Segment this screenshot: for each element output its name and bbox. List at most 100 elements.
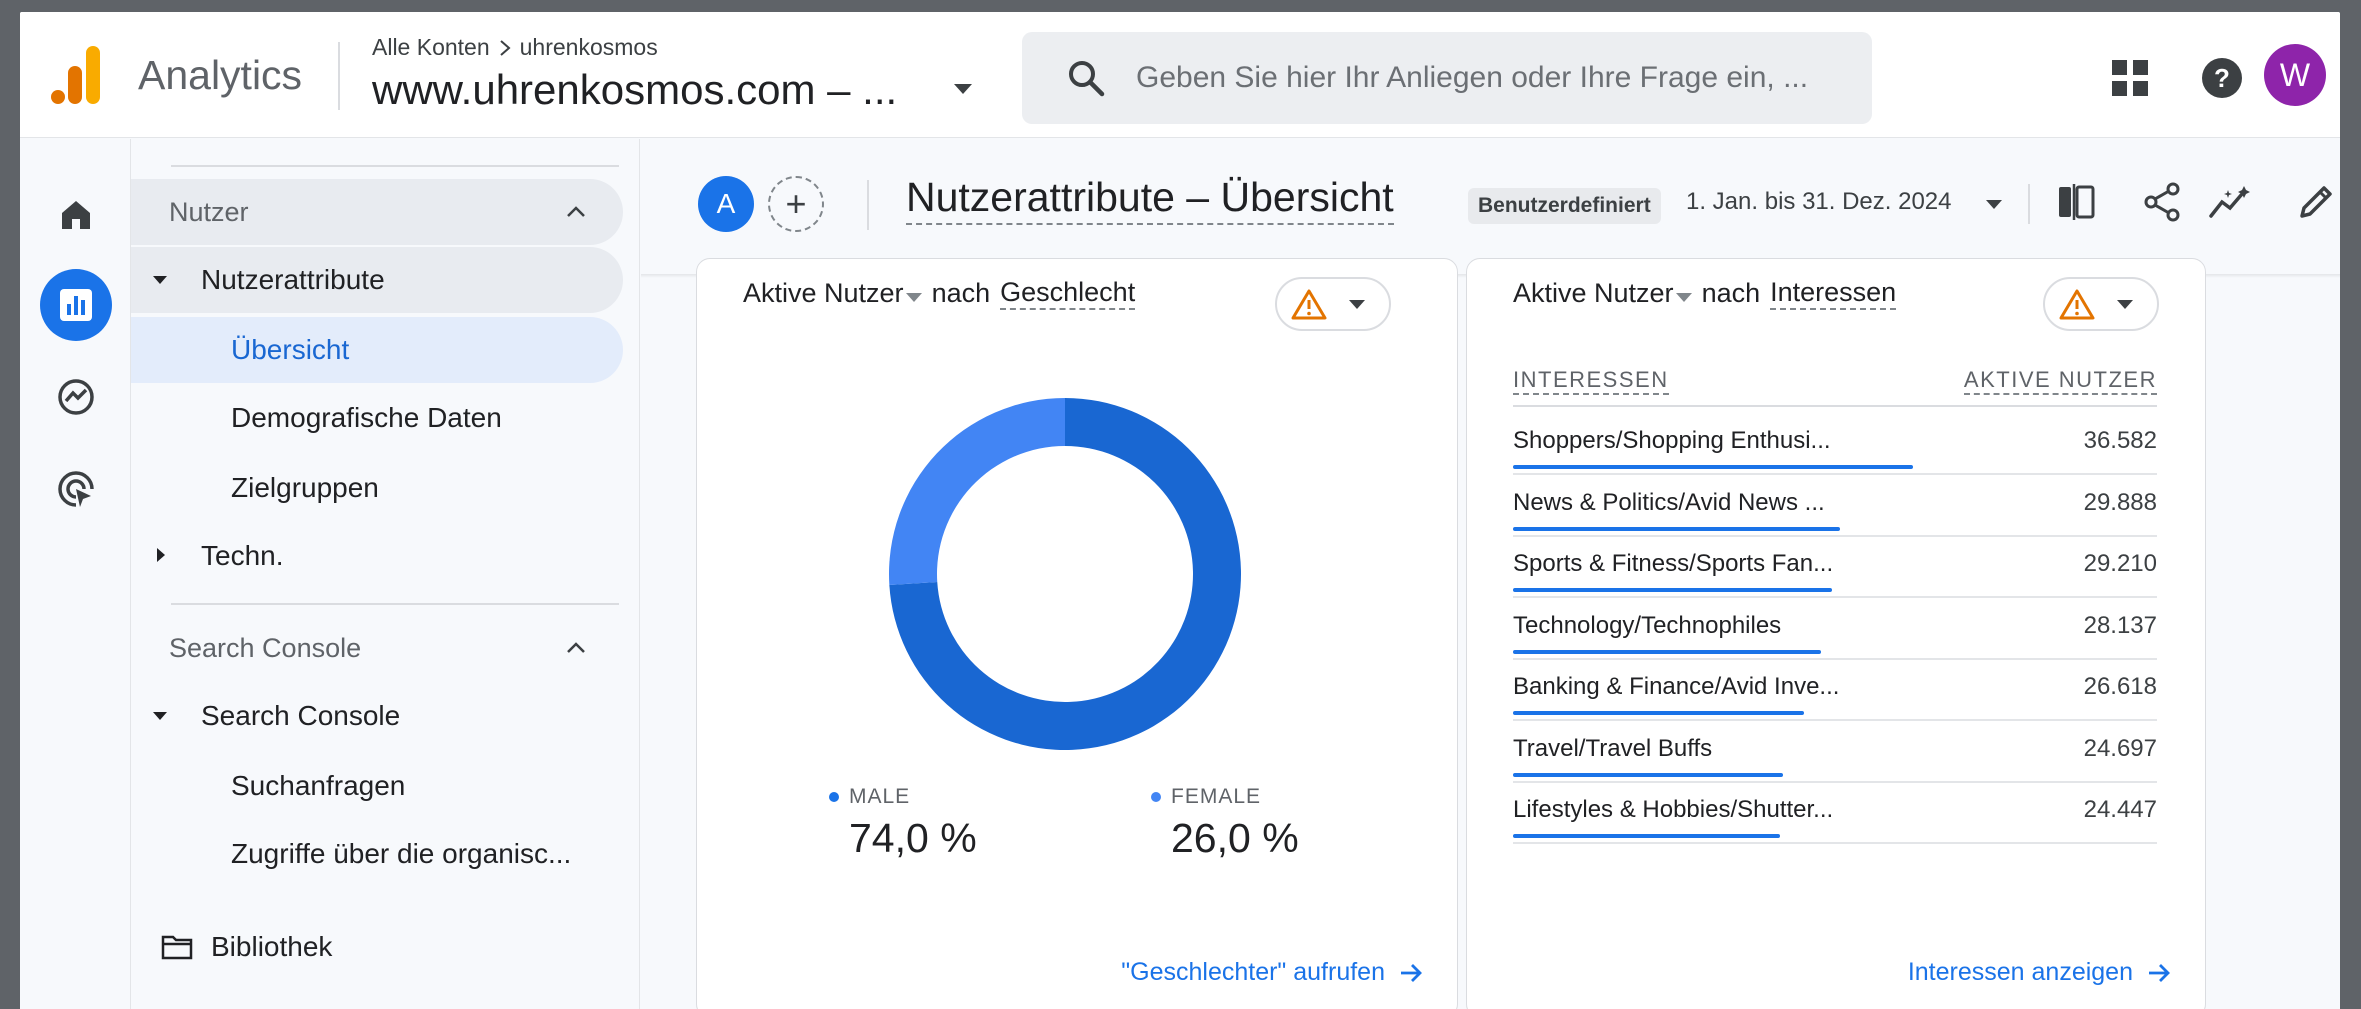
edit-pencil-icon[interactable] [2292,178,2340,226]
dimension-label[interactable]: Geschlecht [1000,277,1136,310]
add-comparison-button[interactable]: + [768,176,824,232]
view-genders-link[interactable]: "Geschlechter" aufrufen [1121,958,1423,987]
search-input[interactable] [1136,61,1856,95]
metric-label[interactable]: Aktive Nutzer [743,278,904,308]
sidebar-item-organic-traffic[interactable]: Zugriffe über die organisc... [131,821,623,887]
table-row[interactable]: News & Politics/Avid News ... 29.888 [1513,475,2157,537]
sidebar-group-user-attributes[interactable]: Nutzerattribute [131,247,623,313]
header-divider [867,180,869,230]
share-icon[interactable] [2138,178,2186,226]
sidebar-item-audiences[interactable]: Zielgruppen [131,455,623,521]
compare-icon[interactable] [2052,178,2100,226]
table-row[interactable]: Sports & Fitness/Sports Fan... 29.210 [1513,536,2157,598]
table-row[interactable]: Shoppers/Shopping Enthusi... 36.582 [1513,413,2157,475]
card-title: Aktive Nutzer nach Interessen [1513,277,1897,310]
breadcrumb-root[interactable]: Alle Konten [372,34,490,61]
row-value-bar [1513,465,1913,469]
breadcrumb[interactable]: Alle Konten uhrenkosmos [372,34,658,61]
sidebar-item-queries[interactable]: Suchanfragen [131,753,623,819]
chevron-down-icon [1349,299,1365,309]
dimension-label[interactable]: Interessen [1770,277,1897,310]
row-label: Shoppers/Shopping Enthusi... [1513,427,1831,454]
reports-sidebar: Nutzer Nutzerattribute Übersicht Demogra… [130,139,640,1009]
section-search-console[interactable]: Search Console [131,615,623,681]
breadcrumb-account[interactable]: uhrenkosmos [520,34,658,61]
property-selector[interactable]: www.uhrenkosmos.com – ... [372,66,897,114]
row-label: Banking & Finance/Avid Inve... [1513,673,1840,700]
metric-selector[interactable]: Aktive Nutzer [1513,278,1692,309]
explore-icon[interactable] [40,361,112,433]
row-value: 26.618 [2083,673,2157,700]
account-avatar[interactable]: W [2264,44,2326,106]
sidebar-item-label: Demografische Daten [231,402,502,433]
chevron-up-icon[interactable] [565,637,587,659]
section-users-label: Nutzer [169,196,249,227]
row-value: 24.447 [2083,796,2157,823]
sidebar-item-label: Übersicht [231,334,350,365]
row-value-bar [1513,649,1821,654]
collapse-arrow-icon[interactable] [153,712,167,720]
metric-dropdown-icon[interactable] [905,293,922,302]
sidebar-group-search-console[interactable]: Search Console [131,683,623,749]
column-header-active-users[interactable]: AKTIVE NUTZER [1963,367,2157,395]
date-range[interactable]: 1. Jan. bis 31. Dez. 2024 [1686,188,1952,216]
metric-selector[interactable]: Aktive Nutzer [743,278,922,309]
data-quality-warning-button[interactable] [2043,277,2159,331]
reports-icon[interactable] [40,269,112,341]
legend-dot [829,792,839,802]
metric-label[interactable]: Aktive Nutzer [1513,278,1674,308]
column-header-interests[interactable]: INTERESSEN [1513,367,1669,395]
legend-male-label: MALE [849,785,911,808]
row-value-bar [1513,711,1805,715]
table-row[interactable]: Banking & Finance/Avid Inve... 26.618 [1513,659,2157,721]
card-connector: nach [1701,278,1761,308]
svg-text:?: ? [2214,63,2230,93]
data-quality-warning-button[interactable] [1275,277,1391,331]
table-row[interactable]: Technology/Technophiles 28.137 [1513,598,2157,660]
sidebar-item-label: Suchanfragen [231,770,406,801]
sidebar-group-label: Nutzerattribute [201,264,385,295]
sidebar-item-library[interactable]: Bibliothek [161,931,332,963]
legend-label: MALE [829,785,977,809]
home-icon[interactable] [40,179,112,251]
table-row[interactable]: Lifestyles & Hobbies/Shutter... 24.447 [1513,782,2157,844]
date-mode-chip[interactable]: Benutzerdefiniert [1468,188,1661,224]
gender-card: Aktive Nutzer nach Geschlecht MALE 74,0 … [696,258,1458,1009]
table-row[interactable]: Travel/Travel Buffs 24.697 [1513,721,2157,783]
insights-icon[interactable] [2206,178,2254,226]
section-users[interactable]: Nutzer [131,179,623,245]
link-label: "Geschlechter" aufrufen [1121,958,1385,986]
analytics-logo-icon[interactable] [50,46,104,106]
apps-grid-icon[interactable] [2100,48,2160,108]
expand-arrow-icon[interactable] [157,548,165,562]
table-header: INTERESSEN AKTIVE NUTZER [1513,367,2157,407]
advertising-icon[interactable] [40,453,112,525]
sidebar-group-tech[interactable]: Techn. [131,523,623,589]
chevron-up-icon[interactable] [565,201,587,223]
app-name: Analytics [138,52,303,98]
section-search-console-label: Search Console [169,632,362,663]
toolbar-divider [2028,184,2030,224]
search-icon [1069,61,1105,97]
comparison-badge[interactable]: A [698,176,754,232]
sidebar-item-overview[interactable]: Übersicht [131,317,623,383]
sidebar-divider [171,603,619,605]
property-dropdown-icon[interactable] [954,84,972,94]
metric-dropdown-icon[interactable] [1675,293,1692,302]
view-interests-link[interactable]: Interessen anzeigen [1908,958,2171,987]
sidebar-group-label: Techn. [201,540,284,571]
folder-icon [161,935,193,960]
collapse-arrow-icon[interactable] [153,276,167,284]
donut-slice-female[interactable] [889,398,1065,586]
top-header: Analytics Alle Konten uhrenkosmos www.uh… [20,12,2340,138]
chevron-right-icon [499,39,511,56]
legend-male-value: 74,0 % [849,815,977,861]
row-label: Lifestyles & Hobbies/Shutter... [1513,796,1834,823]
search-bar[interactable] [1022,32,1872,124]
help-icon[interactable]: ? [2192,48,2252,108]
sidebar-item-demographics[interactable]: Demografische Daten [131,385,623,451]
row-value: 29.210 [2083,550,2157,577]
arrow-right-icon [1401,963,1422,982]
date-dropdown-icon[interactable] [1986,200,2002,209]
sidebar-divider [171,165,619,167]
